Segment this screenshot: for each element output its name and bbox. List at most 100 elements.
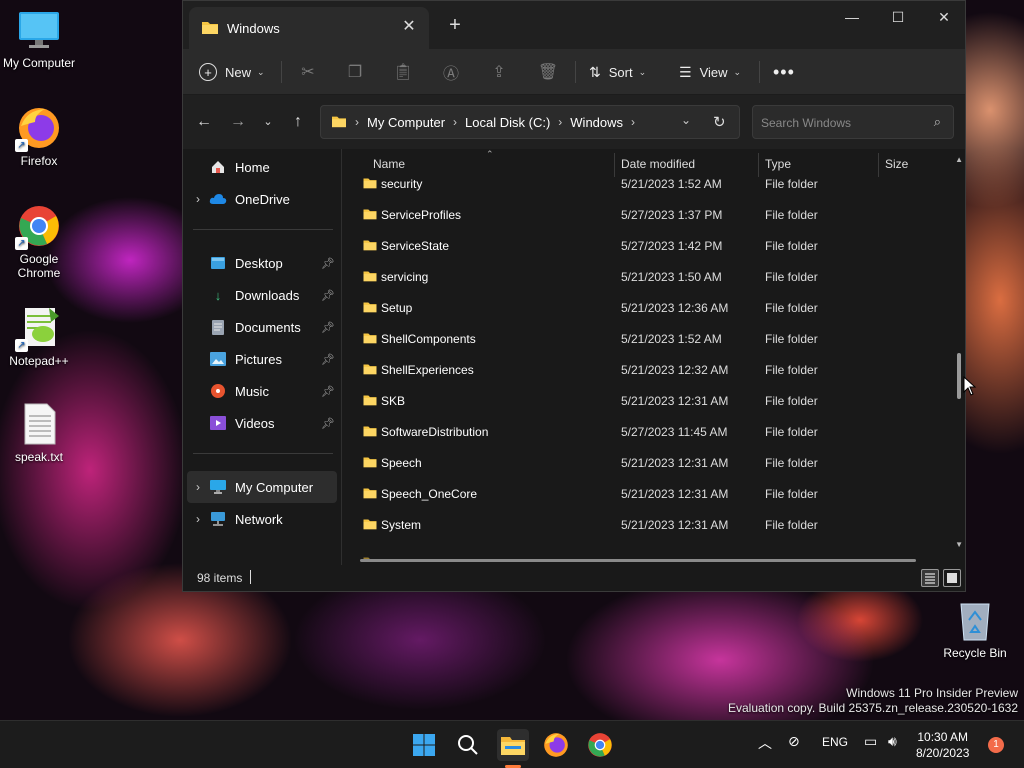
- table-row[interactable]: ServiceProfiles 5/27/2023 1:37 PM File fol…: [342, 199, 942, 230]
- pin-icon[interactable]: 📌︎: [321, 321, 335, 334]
- expand-chevron-icon[interactable]: ›: [187, 192, 209, 206]
- close-button[interactable]: ✕: [921, 5, 967, 29]
- file-date-modified: 5/21/2023 12:31 AM: [621, 394, 729, 408]
- copy-button[interactable]: ❐: [340, 57, 370, 87]
- search-icon[interactable]: ⌕: [934, 114, 941, 130]
- table-row[interactable]: Speech 5/21/2023 12:31 AM File folder: [342, 447, 942, 478]
- table-row[interactable]: servicing 5/21/2023 1:50 AM File folder: [342, 261, 942, 292]
- delete-button[interactable]: 🗑︎: [533, 57, 563, 87]
- recent-locations-button[interactable]: ⌄: [255, 109, 281, 135]
- cut-button[interactable]: ✂: [293, 57, 323, 87]
- table-row[interactable]: ShellExperiences 5/21/2023 12:32 AM File f…: [342, 354, 942, 385]
- table-row[interactable]: SKB 5/21/2023 12:31 AM File folder: [342, 385, 942, 416]
- sidebar-item-desktop[interactable]: Desktop 📌︎: [187, 247, 337, 279]
- minimize-button[interactable]: —: [829, 5, 875, 29]
- volume-icon[interactable]: 🔊︎: [888, 733, 897, 750]
- pin-icon[interactable]: 📌︎: [321, 417, 335, 430]
- language-indicator[interactable]: ENG: [822, 735, 848, 749]
- pin-icon[interactable]: 📌︎: [321, 257, 335, 270]
- file-explorer-taskbar-button[interactable]: [497, 729, 529, 761]
- sidebar-item-pictures[interactable]: Pictures 📌︎: [187, 343, 337, 375]
- status-divider: [250, 570, 251, 584]
- back-button[interactable]: ←: [191, 109, 217, 135]
- scroll-down-icon[interactable]: ▼: [955, 540, 963, 549]
- share-icon: ⇪: [492, 64, 506, 81]
- pin-icon[interactable]: 📌︎: [321, 385, 335, 398]
- sidebar-item-documents[interactable]: Documents 📌︎: [187, 311, 337, 343]
- desktop-icon-my-computer[interactable]: My Computer: [0, 8, 78, 70]
- close-tab-icon[interactable]: ✕: [399, 17, 419, 37]
- table-row[interactable]: security 5/21/2023 1:52 AM File folder: [342, 168, 942, 199]
- pin-icon[interactable]: 📌︎: [321, 289, 335, 302]
- pin-icon[interactable]: 📌︎: [321, 353, 335, 366]
- sidebar-item-music[interactable]: Music 📌︎: [187, 375, 337, 407]
- breadcrumb[interactable]: › My Computer › Local Disk (C:) › Window…: [320, 105, 740, 139]
- sidebar-item-downloads[interactable]: ↓ Downloads 📌︎: [187, 279, 337, 311]
- desktop-icon-notepadpp[interactable]: ↗ Notepad++: [0, 306, 78, 368]
- sidebar-item-onedrive[interactable]: › OneDrive: [187, 183, 337, 215]
- forward-button[interactable]: →: [225, 109, 251, 135]
- chrome-taskbar-button[interactable]: [584, 729, 616, 761]
- horizontal-scroll-thumb[interactable]: [360, 559, 916, 562]
- desktop-icon-speak-txt[interactable]: speak.txt: [0, 402, 78, 464]
- table-row[interactable]: SoftwareDistribution 5/27/2023 11:45 AM Fi…: [342, 416, 942, 447]
- table-row[interactable]: Setup 5/21/2023 12:36 AM File folder: [342, 292, 942, 323]
- sidebar-item-network[interactable]: › Network: [187, 503, 337, 535]
- folder-icon: [331, 114, 347, 131]
- expand-chevron-icon[interactable]: ›: [187, 480, 209, 494]
- display-icon[interactable]: ▭: [864, 733, 877, 750]
- new-button[interactable]: + New ⌄: [199, 57, 265, 87]
- start-button[interactable]: [408, 729, 440, 761]
- new-tab-button[interactable]: +: [445, 13, 465, 37]
- details-view-button[interactable]: [921, 569, 939, 587]
- sidebar-item-my-computer[interactable]: › My Computer: [187, 471, 337, 503]
- scroll-up-icon[interactable]: ▲: [955, 155, 963, 164]
- up-button[interactable]: ↑: [285, 109, 311, 135]
- expand-chevron-icon[interactable]: ›: [187, 512, 209, 526]
- notification-badge[interactable]: 1: [988, 737, 1004, 753]
- shortcut-arrow-icon: ↗: [15, 237, 28, 250]
- breadcrumb-my-computer[interactable]: My Computer: [367, 115, 445, 130]
- rename-button[interactable]: Ⓐ: [436, 57, 466, 87]
- table-row[interactable]: ServiceState 5/27/2023 1:42 PM File folder: [342, 230, 942, 261]
- network-disconnected-icon[interactable]: ⊘: [788, 733, 800, 750]
- file-date-modified: 5/21/2023 1:52 AM: [621, 332, 722, 346]
- see-more-button[interactable]: •••: [773, 57, 795, 87]
- tiles-view-button[interactable]: [943, 569, 961, 587]
- file-name: ShellComponents: [381, 332, 476, 346]
- view-button[interactable]: ☰ View ⌄: [679, 57, 741, 87]
- file-name: SoftwareDistribution: [381, 425, 489, 439]
- breadcrumb-windows[interactable]: Windows: [570, 115, 623, 130]
- view-label: View: [699, 64, 728, 80]
- search-box[interactable]: ⌕: [752, 105, 954, 139]
- breadcrumb-local-disk[interactable]: Local Disk (C:): [465, 115, 550, 130]
- search-input[interactable]: [761, 114, 921, 132]
- table-row[interactable]: ShellComponents 5/21/2023 1:52 AM File fol…: [342, 323, 942, 354]
- picture-icon: [209, 350, 227, 368]
- sidebar-item-label: Home: [235, 159, 270, 175]
- show-hidden-icons-button[interactable]: ︿: [758, 733, 772, 753]
- table-row-partial[interactable]: [342, 547, 942, 559]
- firefox-taskbar-button[interactable]: [540, 729, 572, 761]
- sort-button[interactable]: ⇅ Sort ⌄: [589, 57, 646, 87]
- maximize-button[interactable]: ☐: [875, 5, 921, 29]
- tab-windows[interactable]: Windows ✕: [189, 7, 429, 49]
- vertical-scrollbar[interactable]: ▲ ▼: [952, 149, 966, 567]
- refresh-icon[interactable]: ↻: [713, 113, 726, 131]
- search-button[interactable]: [452, 729, 484, 761]
- notepadpp-icon: ↗: [15, 306, 61, 352]
- share-button[interactable]: ⇪: [484, 57, 514, 87]
- vertical-scroll-thumb[interactable]: [957, 353, 961, 399]
- desktop-icon-chrome[interactable]: ↗ Google Chrome: [0, 204, 78, 280]
- paste-button[interactable]: 📋︎: [388, 57, 418, 87]
- desktop-icon-recycle-bin[interactable]: Recycle Bin: [936, 598, 1014, 660]
- sidebar-item-label: My Computer: [235, 479, 314, 495]
- clock[interactable]: 10:30 AM 8/20/2023: [916, 729, 969, 761]
- address-dropdown-icon[interactable]: ⌄: [681, 113, 691, 127]
- desktop-icon-firefox[interactable]: ↗ Firefox: [0, 106, 78, 168]
- table-row[interactable]: Speech_OneCore 5/21/2023 12:31 AM File fol…: [342, 478, 942, 509]
- sidebar-item-videos[interactable]: Videos 📌︎: [187, 407, 337, 439]
- paste-icon: 📋︎: [392, 64, 414, 81]
- table-row[interactable]: System 5/21/2023 12:31 AM File folder: [342, 509, 942, 540]
- sidebar-item-home[interactable]: Home: [187, 151, 337, 183]
